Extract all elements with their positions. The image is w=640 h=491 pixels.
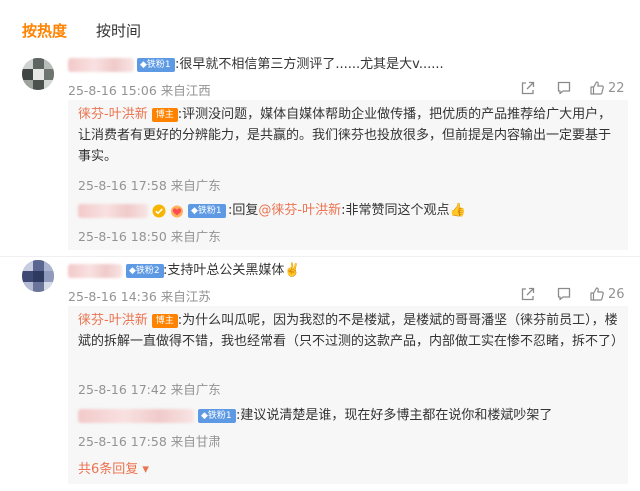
divider xyxy=(0,256,640,257)
diamond-icon: ◆ xyxy=(191,206,198,216)
comment-meta: 25-8-16 14:36 来自江苏 xyxy=(68,289,211,304)
comment-actions: 22 xyxy=(520,80,630,98)
reply-list: 徕芬-叶洪新 博主:评测没问题，媒体自媒体帮助企业做传播，把优质的产品推荐给广大用… xyxy=(68,100,628,250)
blurred-username[interactable] xyxy=(68,58,134,72)
reply-meta: 25-8-16 17:58 来自甘肃 xyxy=(78,434,221,449)
comment-meta: 25-8-16 15:06 来自江西 xyxy=(68,83,211,98)
comment-actions: 26 xyxy=(520,286,630,304)
sort-tabs: 按热度 按时间 xyxy=(0,0,640,56)
reply-meta: 25-8-16 17:58 来自广东 xyxy=(78,178,221,193)
diamond-icon: ◆ xyxy=(201,411,208,421)
share-icon[interactable] xyxy=(520,286,536,302)
comment-icon[interactable] xyxy=(556,80,572,96)
blurred-username[interactable] xyxy=(68,264,122,278)
verified-icon xyxy=(152,204,166,218)
reply-item: :回复@徕芬-叶洪新:非常赞同这个观点👍 xyxy=(228,203,466,218)
like-count: 22 xyxy=(608,81,625,96)
like-icon[interactable] xyxy=(589,286,605,302)
heart-icon xyxy=(171,205,183,218)
comment-text: :支持叶总公关黑媒体✌️ xyxy=(163,263,301,278)
tab-by-time[interactable]: 按时间 xyxy=(96,20,141,41)
avatar[interactable] xyxy=(22,58,54,90)
fan-badge: ◆铁粉1 xyxy=(137,58,175,72)
diamond-icon: ◆ xyxy=(140,60,147,70)
like-count: 26 xyxy=(608,287,625,302)
fan-badge: ◆铁粉1 xyxy=(198,409,236,423)
comment-icon[interactable] xyxy=(556,286,572,302)
diamond-icon: ◆ xyxy=(129,266,136,276)
tab-by-hotness[interactable]: 按热度 xyxy=(22,20,67,41)
reply-list: 徕芬-叶洪新 博主:为什么叫瓜呢，因为我怼的不是楼斌，是楼斌的哥哥潘坚（徕芬前员工… xyxy=(68,306,628,484)
comment-text: :很早就不相信第三方测评了......尤其是大v...... xyxy=(175,57,444,72)
mention-link[interactable]: @徕芬-叶洪新 xyxy=(258,203,341,218)
reply-item: 徕芬-叶洪新 博主:为什么叫瓜呢，因为我怼的不是楼斌，是楼斌的哥哥潘坚（徕芬前员工… xyxy=(78,310,624,352)
fan-badge: ◆铁粉2 xyxy=(126,264,164,278)
fan-badge: ◆铁粉1 xyxy=(188,204,226,218)
reply-item: :建议说清楚是谁，现在好多博主都在说你和楼斌吵架了 xyxy=(236,408,553,423)
reply-meta: 25-8-16 17:42 来自广东 xyxy=(78,382,221,397)
more-replies-link[interactable]: 共6条回复 ▾ xyxy=(78,458,149,477)
blurred-username[interactable] xyxy=(78,204,148,218)
avatar[interactable] xyxy=(22,260,54,292)
reply-text: :非常赞同这个观点👍 xyxy=(341,203,466,218)
share-icon[interactable] xyxy=(520,80,536,96)
reply-author-name[interactable]: 徕芬-叶洪新 xyxy=(78,313,148,328)
reply-author-name[interactable]: 徕芬-叶洪新 xyxy=(78,107,148,122)
blogger-badge: 博主 xyxy=(151,108,178,122)
reply-item: 徕芬-叶洪新 博主:评测没问题，媒体自媒体帮助企业做传播，把优质的产品推荐给广大用… xyxy=(78,104,618,167)
blurred-username[interactable] xyxy=(78,409,194,423)
like-icon[interactable] xyxy=(589,80,605,96)
blogger-badge: 博主 xyxy=(151,314,178,328)
reply-meta: 25-8-16 18:50 来自广东 xyxy=(78,229,221,244)
